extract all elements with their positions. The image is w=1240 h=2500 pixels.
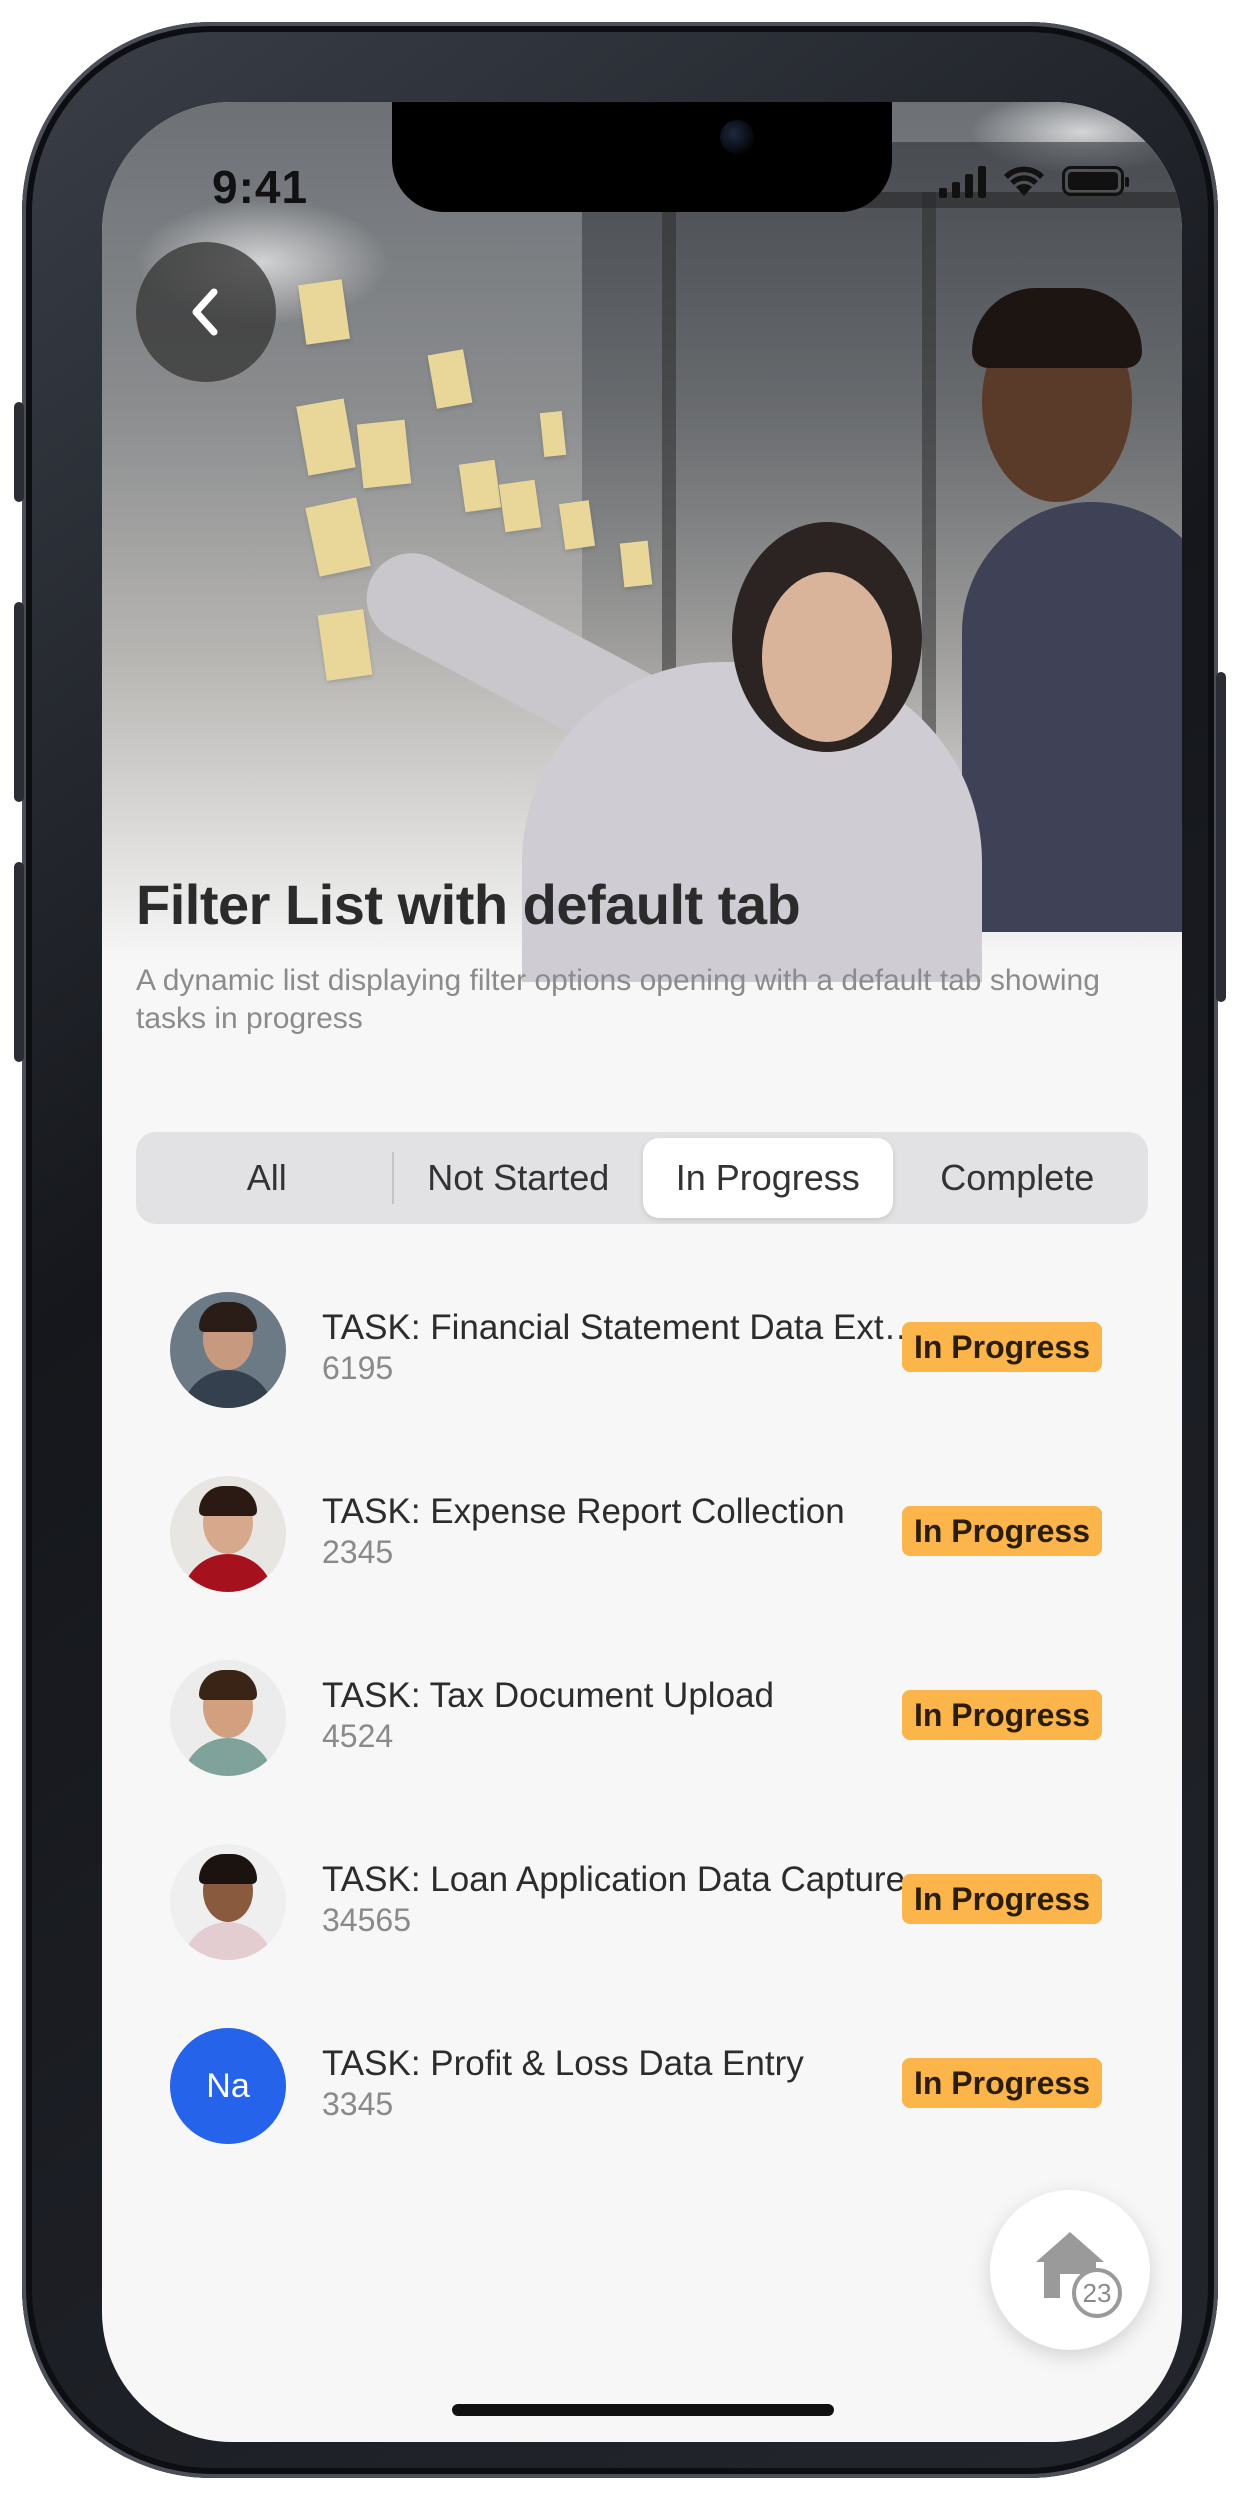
cellular-signal-icon — [939, 164, 986, 198]
volume-up-button — [14, 602, 24, 802]
status-badge: In Progress — [901, 1874, 1102, 1924]
page-title: Filter List with default tab — [136, 873, 801, 936]
status-icons — [939, 164, 1129, 198]
task-list: TASK: Financial Statement Data Extr... 6… — [170, 1292, 1120, 2212]
task-row[interactable]: Na TASK: Profit & Loss Data Entry 3345 I… — [170, 2028, 1120, 2212]
task-title: TASK: Financial Statement Data Extr... — [322, 1308, 922, 1347]
phone-frame: 9:41 Filter List with default tab A dyna… — [14, 22, 1226, 2478]
status-badge: In Progress — [901, 1322, 1102, 1372]
back-button[interactable] — [136, 242, 276, 382]
avatar-initials: Na — [170, 2028, 286, 2144]
filter-tabs: All Not Started In Progress Complete — [136, 1132, 1148, 1224]
avatar — [170, 1476, 286, 1592]
task-id: 4524 — [322, 1718, 394, 1754]
notification-count-badge: 23 — [1072, 2268, 1122, 2318]
home-icon — [1036, 2232, 1104, 2298]
tab-in-progress[interactable]: In Progress — [643, 1138, 893, 1218]
task-title: TASK: Expense Report Collection — [322, 1492, 845, 1531]
wifi-icon — [1004, 166, 1044, 196]
task-title: TASK: Loan Application Data Capture — [322, 1860, 906, 1899]
action-button — [14, 402, 24, 502]
task-row[interactable]: TASK: Financial Statement Data Extr... 6… — [170, 1292, 1120, 1476]
task-row[interactable]: TASK: Tax Document Upload 4524 In Progre… — [170, 1660, 1120, 1844]
page-subtitle: A dynamic list displaying filter options… — [136, 964, 1100, 1035]
task-id: 6195 — [322, 1350, 394, 1386]
status-badge: In Progress — [901, 1506, 1102, 1556]
status-time: 9:41 — [212, 161, 309, 213]
home-fab-button[interactable]: 23 — [990, 2190, 1150, 2350]
notch — [392, 102, 892, 212]
chevron-left-icon — [192, 288, 218, 336]
tab-all[interactable]: All — [142, 1138, 392, 1218]
volume-down-button — [14, 862, 24, 1062]
avatar — [170, 1844, 286, 1960]
task-id: 3345 — [322, 2086, 394, 2122]
status-badge: In Progress — [901, 2058, 1102, 2108]
task-id: 34565 — [322, 1902, 411, 1938]
tab-complete[interactable]: Complete — [893, 1138, 1143, 1218]
avatar — [170, 1292, 286, 1408]
battery-icon — [1062, 166, 1129, 196]
task-title: TASK: Profit & Loss Data Entry — [322, 2044, 804, 2083]
status-badge: In Progress — [901, 1690, 1102, 1740]
screen: 9:41 Filter List with default tab A dyna… — [102, 102, 1182, 2442]
hero-image — [102, 102, 1182, 982]
task-row[interactable]: TASK: Loan Application Data Capture 3456… — [170, 1844, 1120, 2028]
home-indicator — [452, 2404, 834, 2416]
front-camera — [720, 120, 754, 154]
task-id: 2345 — [322, 1534, 394, 1570]
power-button — [1216, 672, 1226, 1002]
task-row[interactable]: TASK: Expense Report Collection 2345 In … — [170, 1476, 1120, 1660]
avatar — [170, 1660, 286, 1776]
tab-not-started[interactable]: Not Started — [394, 1138, 644, 1218]
task-title: TASK: Tax Document Upload — [322, 1676, 774, 1715]
